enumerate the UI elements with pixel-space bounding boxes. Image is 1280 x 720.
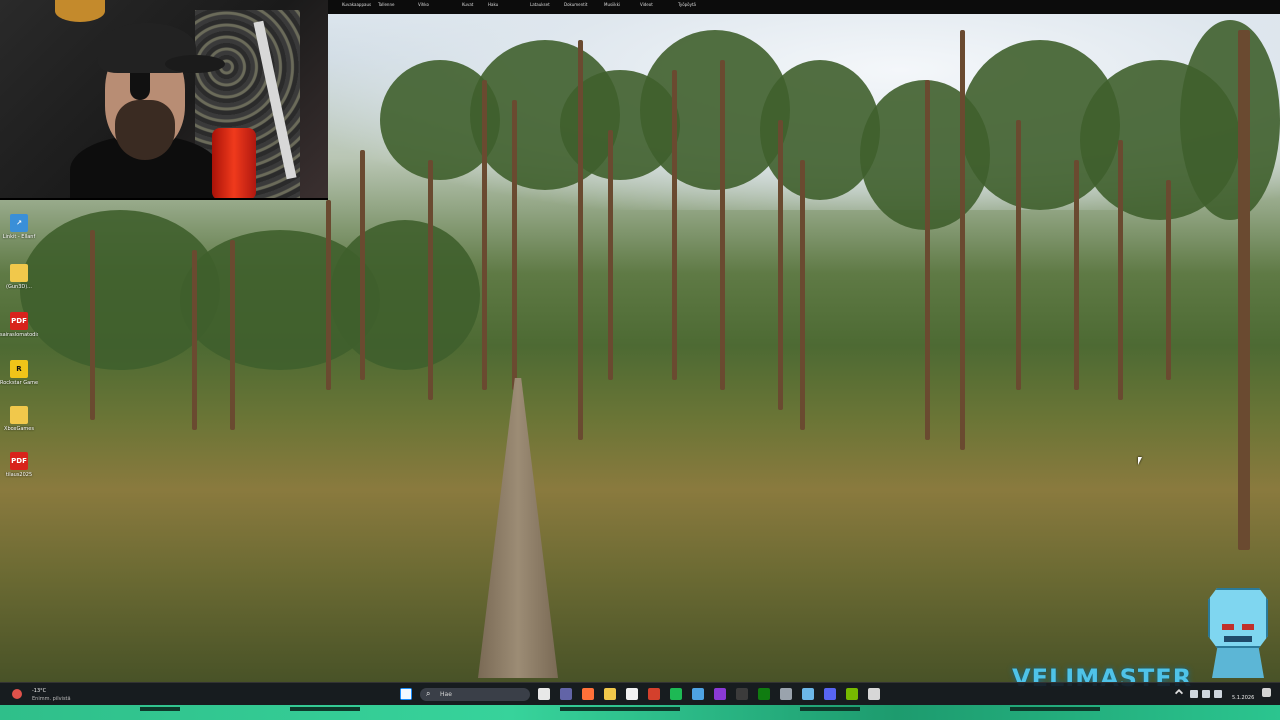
- taskbar: -13°C Enimm. pilvistä ⌕ Hae 5.1.2026: [0, 682, 1280, 705]
- desktop-icon-gun3d[interactable]: (Gun3D)...: [0, 262, 38, 306]
- weather-icon: [12, 689, 22, 699]
- network-icon[interactable]: [1190, 690, 1198, 698]
- start-button[interactable]: [400, 688, 412, 700]
- search-placeholder: Hae: [440, 691, 452, 698]
- strip-item: Tallenne: [378, 2, 395, 7]
- notification-bell-icon[interactable]: [1262, 688, 1271, 697]
- calculator-icon[interactable]: [868, 688, 880, 700]
- mouse-cursor-icon: [1138, 457, 1146, 465]
- steam-icon[interactable]: [692, 688, 704, 700]
- desktop-icon-label: XboxGames: [4, 426, 34, 432]
- settings-icon[interactable]: [780, 688, 792, 700]
- tray-overflow-chevron-icon[interactable]: [1174, 688, 1184, 698]
- webcam-streamer: [70, 15, 225, 198]
- shortcut-icon: ↗: [10, 214, 28, 232]
- strip-item: Kuvakaappaus: [342, 2, 372, 7]
- record-icon[interactable]: [648, 688, 660, 700]
- mascot-logo-icon: [1200, 588, 1276, 680]
- desktop-icon-linkit[interactable]: ↗ Linkit - Ellanf: [0, 212, 38, 256]
- desktop-icon-label: Linkit - Ellanf: [2, 234, 36, 240]
- search-icon: ⌕: [426, 689, 431, 698]
- stream-overlay-bar: [0, 705, 1280, 720]
- nvidia-icon[interactable]: [846, 688, 858, 700]
- folder-icon: [10, 406, 28, 424]
- pdf-icon: PDF: [10, 452, 28, 470]
- weather-description: Enimm. pilvistä: [32, 696, 71, 702]
- terminal-icon[interactable]: [736, 688, 748, 700]
- snipping-icon[interactable]: [802, 688, 814, 700]
- folder-icon: [10, 264, 28, 282]
- firefox-icon[interactable]: [582, 688, 594, 700]
- xbox-icon[interactable]: [758, 688, 770, 700]
- desktop-icon-label: (Gun3D)...: [6, 284, 32, 290]
- weather-temperature: -13°C: [32, 688, 47, 694]
- desktop: Kuvakaappaus Tallenne Vihko Kuvat Haku L…: [0, 0, 1280, 720]
- spotify-icon[interactable]: [670, 688, 682, 700]
- desktop-icon-label: tilaus2025: [5, 472, 33, 478]
- discord-icon[interactable]: [824, 688, 836, 700]
- volume-icon[interactable]: [1202, 690, 1210, 698]
- desktop-icon-xboxgames[interactable]: XboxGames: [0, 404, 38, 448]
- store-icon[interactable]: [626, 688, 638, 700]
- webcam-overlay: [0, 0, 328, 200]
- desktop-icon-sairasloma[interactable]: PDF sairaslomatodistus: [0, 310, 38, 354]
- teams-icon[interactable]: [560, 688, 572, 700]
- strip-item: Musiikki: [604, 2, 621, 7]
- strip-item: Dokumentit: [564, 2, 588, 7]
- recording-top-strip: Kuvakaappaus Tallenne Vihko Kuvat Haku L…: [328, 0, 1280, 14]
- task-view-icon[interactable]: [538, 688, 550, 700]
- taskbar-search[interactable]: ⌕ Hae: [420, 688, 530, 701]
- desktop-icon-tilaus[interactable]: PDF tilaus2025: [0, 450, 38, 494]
- desktop-icon-label: Rockstar Games: [0, 380, 38, 386]
- strip-item: Kuvat: [462, 2, 474, 7]
- webcam-bottle: [212, 128, 256, 198]
- obs-icon[interactable]: [714, 688, 726, 700]
- strip-item: Haku: [488, 2, 499, 7]
- strip-item: Työpöytä: [678, 2, 697, 7]
- pdf-icon: PDF: [10, 312, 28, 330]
- rockstar-icon: R: [10, 360, 28, 378]
- desktop-icon-label: sairaslomatodistus: [0, 332, 38, 338]
- strip-item: Lataukset: [530, 2, 550, 7]
- taskbar-date[interactable]: 5.1.2026: [1232, 695, 1254, 701]
- file-explorer-icon[interactable]: [604, 688, 616, 700]
- desktop-icon-rockstar[interactable]: R Rockstar Games: [0, 358, 38, 402]
- battery-icon[interactable]: [1214, 690, 1222, 698]
- wallpaper-boardwalk: [478, 378, 558, 678]
- weather-widget[interactable]: -13°C Enimm. pilvistä: [8, 686, 98, 704]
- strip-item: Vihko: [418, 2, 429, 7]
- strip-item: Videot: [640, 2, 653, 7]
